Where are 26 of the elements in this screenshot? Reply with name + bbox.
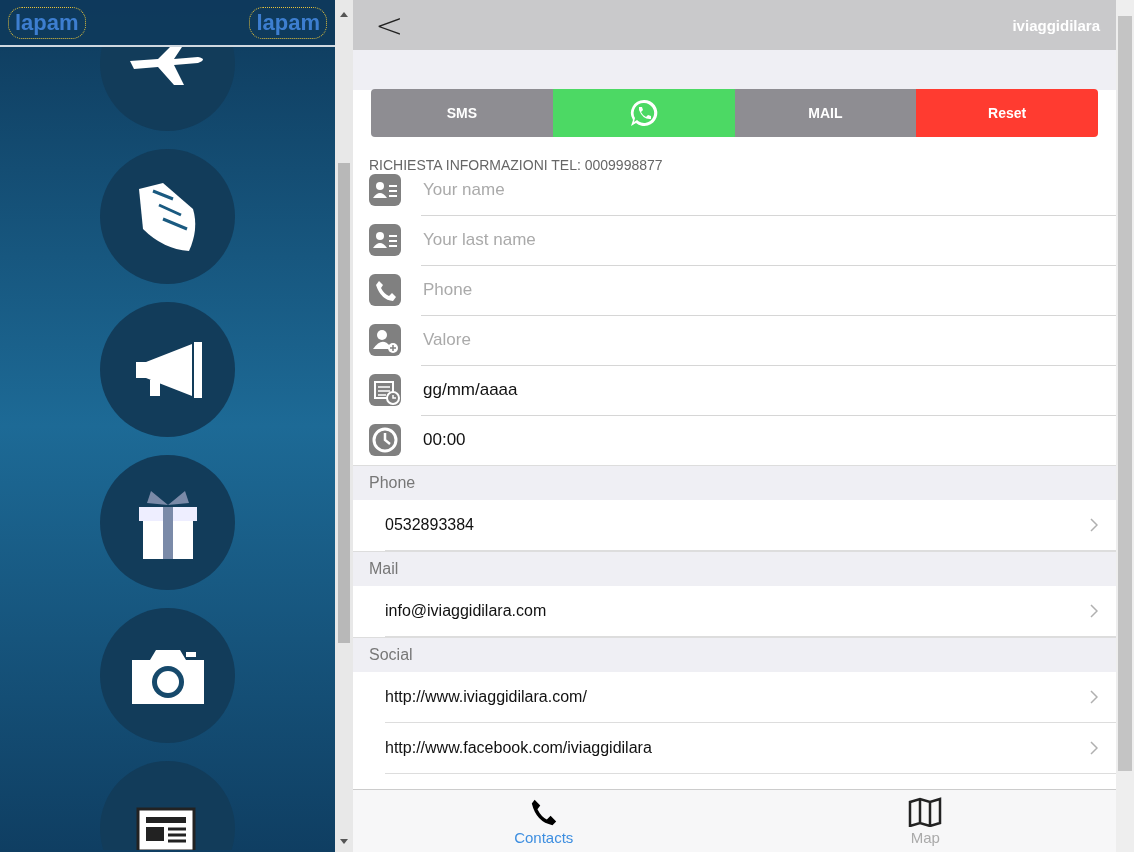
input-field[interactable]: gg/mm/aaaa: [421, 364, 1116, 416]
chevron-right-icon: [1090, 741, 1098, 755]
scrollbar[interactable]: [335, 0, 353, 852]
section-header: Mail: [353, 551, 1116, 586]
contact-card-icon: [369, 174, 401, 206]
phone-icon: [369, 274, 401, 306]
section-header: Social: [353, 637, 1116, 672]
chat-phone-icon: [628, 98, 659, 128]
add-user-icon: [369, 324, 401, 356]
contact-card-icon: [369, 224, 401, 256]
chevron-right-icon: [1090, 518, 1098, 532]
list-item[interactable]: http://www.iviaggidilara.com/: [385, 672, 1116, 723]
input-field[interactable]: 00:00: [421, 415, 1116, 465]
chevron-right-icon: [1090, 604, 1098, 618]
scrollbar[interactable]: [1116, 0, 1134, 852]
back-button[interactable]: <: [375, 5, 404, 45]
input-field[interactable]: Valore: [421, 314, 1116, 366]
calendar-icon: [369, 374, 401, 406]
list-item[interactable]: http://www.facebook.com/iviaggidilara: [385, 723, 1116, 774]
input-field[interactable]: Phone: [421, 264, 1116, 316]
chevron-right-icon: [1090, 690, 1098, 704]
action-button[interactable]: Reset: [916, 89, 1098, 137]
clock-icon: [369, 424, 401, 456]
map-icon: [908, 796, 943, 827]
section-header: Phone: [353, 465, 1116, 500]
input-field[interactable]: Your last name: [421, 214, 1116, 266]
